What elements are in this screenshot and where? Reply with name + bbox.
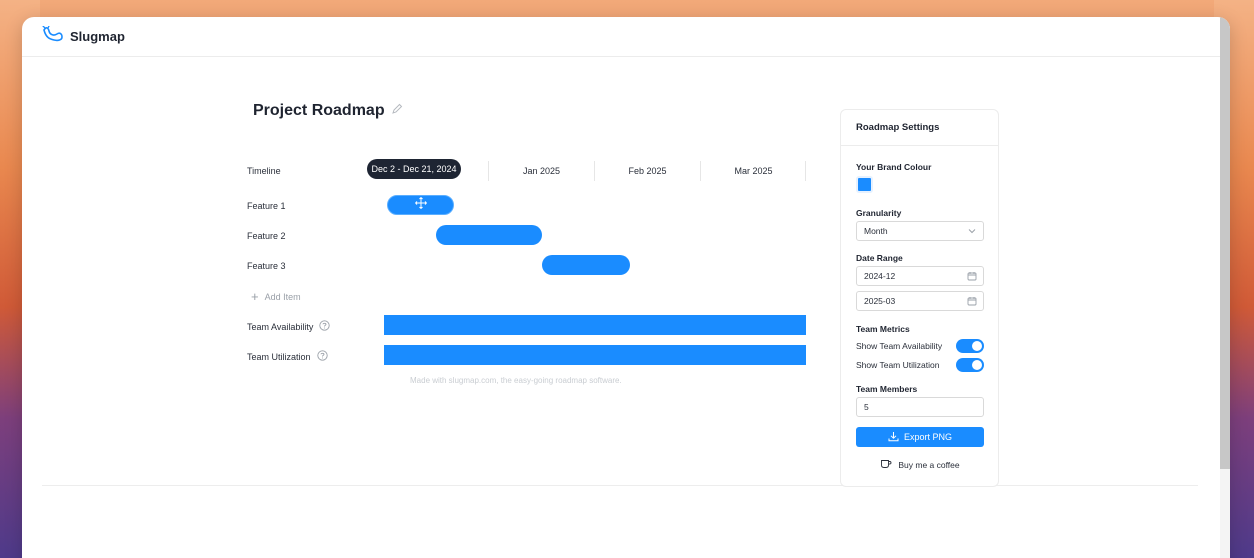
pencil-icon[interactable] — [391, 102, 403, 120]
date-start-input[interactable]: 2024-12 — [856, 266, 984, 286]
team-utilization-bar — [384, 345, 806, 365]
brand-colour-label: Your Brand Colour — [856, 162, 932, 172]
feature-label-3[interactable]: Feature 3 — [247, 261, 286, 271]
team-availability-text: Team Availability — [247, 321, 314, 332]
feature-bar-3[interactable] — [542, 255, 630, 275]
buy-coffee-link[interactable]: Buy me a coffee — [856, 458, 984, 471]
scrollbar-track[interactable] — [1220, 17, 1230, 558]
settings-title: Roadmap Settings — [841, 110, 998, 146]
availability-toggle[interactable] — [956, 339, 984, 353]
app-header: Slugmap — [22, 17, 1230, 57]
granularity-value: Month — [864, 226, 888, 236]
feature-bar-2[interactable] — [436, 225, 542, 245]
calendar-icon[interactable] — [967, 296, 977, 308]
feature-bar-1[interactable] — [387, 195, 454, 215]
scrollbar-thumb[interactable] — [1220, 17, 1230, 469]
logo[interactable]: Slugmap — [42, 25, 125, 47]
buy-coffee-label: Buy me a coffee — [898, 459, 960, 470]
footer-note[interactable]: Made with slugmap.com, the easy-going ro… — [410, 376, 622, 385]
download-icon — [888, 431, 899, 444]
slug-logo-icon — [42, 25, 64, 47]
granularity-label: Granularity — [856, 208, 902, 218]
team-utilization-text: Team Utilization — [247, 351, 311, 362]
month-mar: Mar 2025 — [700, 161, 806, 181]
title-row: Project Roadmap — [253, 102, 403, 120]
coffee-icon — [880, 458, 892, 471]
help-circle-icon[interactable] — [316, 350, 328, 363]
availability-toggle-row: Show Team Availability — [856, 339, 984, 353]
date-end-value: 2025-03 — [864, 296, 896, 306]
team-metrics-label: Team Metrics — [856, 324, 910, 334]
timeline-end-divider — [805, 161, 806, 181]
team-availability-bar — [384, 315, 806, 335]
move-icon[interactable] — [414, 196, 427, 214]
add-item-button[interactable]: + Add Item — [251, 289, 301, 304]
app-name: Slugmap — [70, 29, 125, 44]
timeline-label: Timeline — [247, 166, 281, 176]
browser-window: Slugmap Project Roadmap Timeline Dec 2 -… — [22, 17, 1230, 558]
team-utilization-label: Team Utilization — [247, 350, 328, 363]
settings-panel: Roadmap Settings Your Brand Colour Granu… — [840, 109, 999, 487]
team-members-label: Team Members — [856, 384, 918, 394]
team-members-value: 5 — [864, 402, 869, 412]
page-title[interactable]: Project Roadmap — [253, 102, 385, 120]
month-feb: Feb 2025 — [594, 161, 700, 181]
add-item-label: Add Item — [264, 291, 301, 302]
team-members-input[interactable]: 5 — [856, 397, 984, 417]
utilization-toggle-row: Show Team Utilization — [856, 358, 984, 372]
brand-colour-swatch[interactable] — [856, 176, 873, 193]
month-jan: Jan 2025 — [488, 161, 594, 181]
team-availability-label: Team Availability — [247, 320, 331, 333]
utilization-toggle[interactable] — [956, 358, 984, 372]
calendar-icon[interactable] — [967, 271, 977, 283]
availability-toggle-label: Show Team Availability — [856, 341, 943, 351]
granularity-select[interactable]: Month — [856, 221, 984, 241]
utilization-toggle-label: Show Team Utilization — [856, 360, 940, 370]
feature-label-2[interactable]: Feature 2 — [247, 231, 286, 241]
date-end-input[interactable]: 2025-03 — [856, 291, 984, 311]
export-png-button[interactable]: Export PNG — [856, 427, 984, 447]
chevron-down-icon — [967, 226, 977, 238]
help-circle-icon[interactable] — [319, 320, 331, 333]
feature-label-1[interactable]: Feature 1 — [247, 201, 286, 211]
selection-tooltip: Dec 2 - Dec 21, 2024 — [367, 159, 461, 179]
date-range-label: Date Range — [856, 253, 903, 263]
roadmap-content: Project Roadmap Timeline Dec 2 - Dec 21,… — [42, 75, 1198, 487]
export-png-label: Export PNG — [903, 432, 952, 442]
plus-icon: + — [251, 289, 259, 304]
date-start-value: 2024-12 — [864, 271, 896, 281]
